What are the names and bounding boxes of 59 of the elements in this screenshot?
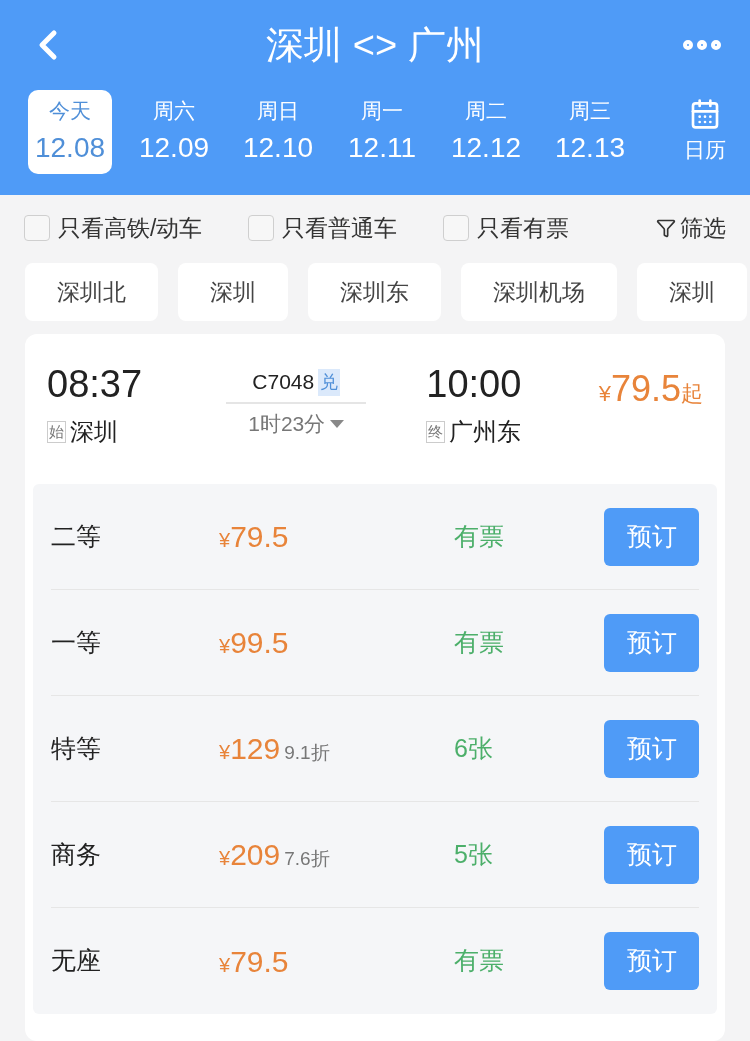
duration-toggle[interactable]: 1时23分	[248, 408, 345, 440]
train-number: C7048	[252, 369, 315, 396]
currency-sign: ¥	[219, 529, 231, 553]
book-button[interactable]: 预订	[604, 613, 699, 672]
seat-class: 一等	[51, 626, 102, 658]
seat-class: 无座	[51, 945, 102, 977]
book-button[interactable]: 预订	[604, 719, 699, 778]
currency-sign: ¥	[219, 635, 231, 659]
availability-text: 有票	[454, 520, 504, 552]
start-tag: 始	[47, 421, 66, 443]
calendar-icon	[689, 98, 721, 131]
calendar-button[interactable]: 日历	[684, 98, 726, 166]
currency-sign: ¥	[598, 381, 611, 408]
arrival-time: 10:00	[426, 362, 523, 406]
availability-text: 5张	[454, 838, 493, 870]
arrival-station: 广州东	[449, 417, 522, 447]
filter-checkbox[interactable]: 只看高铁/动车	[24, 210, 203, 246]
seat-class: 商务	[51, 838, 102, 870]
page-title: 深圳 <> 广州	[266, 22, 484, 68]
station-chip[interactable]: 深圳机场	[461, 263, 617, 321]
exchange-badge: 兑	[318, 368, 341, 396]
station-chip[interactable]: 深圳东	[308, 263, 441, 321]
price-suffix: 起	[681, 380, 703, 408]
station-chip[interactable]: 深圳北	[25, 263, 158, 321]
discount-text: 7.6折	[284, 847, 330, 871]
lowest-price: 79.5	[610, 367, 681, 411]
availability-text: 有票	[454, 945, 504, 977]
date-tab[interactable]: 周日 12.10	[236, 90, 320, 174]
caret-icon	[330, 419, 345, 428]
seat-class: 特等	[51, 732, 102, 764]
date-tab[interactable]: 今天 12.08	[28, 90, 112, 174]
date-tab[interactable]: 周二 12.12	[444, 90, 528, 174]
filter-checkbox[interactable]: 只看有票	[443, 210, 570, 246]
filter-icon	[656, 218, 676, 238]
date-tab[interactable]: 周六 12.09	[132, 90, 216, 174]
availability-text: 有票	[454, 626, 504, 658]
book-button[interactable]: 预订	[604, 507, 699, 566]
end-tag: 终	[426, 421, 446, 443]
book-button[interactable]: 预订	[604, 825, 699, 884]
currency-sign: ¥	[219, 741, 231, 765]
filter-checkbox[interactable]: 只看普通车	[248, 210, 398, 246]
seat-price: 209	[230, 837, 281, 873]
filter-button[interactable]: 筛选	[656, 210, 726, 246]
currency-sign: ¥	[219, 953, 231, 978]
discount-text: 9.1折	[284, 741, 330, 765]
book-button[interactable]: 预订	[604, 932, 699, 990]
currency-sign: ¥	[219, 847, 231, 871]
date-tab[interactable]: 周三 12.13	[548, 90, 632, 174]
seat-price: 99.5	[230, 625, 289, 661]
seat-price: 79.5	[230, 519, 289, 555]
departure-time: 08:37	[47, 362, 144, 406]
seat-price: 129	[230, 731, 281, 767]
availability-text: 6张	[454, 732, 493, 764]
date-tab[interactable]: 周一 12.11	[340, 90, 424, 174]
seat-class: 二等	[51, 520, 102, 552]
seat-price: 79.5	[230, 943, 289, 980]
departure-station: 深圳	[70, 417, 118, 447]
station-chip[interactable]: 深圳	[178, 263, 288, 321]
station-chip[interactable]: 深圳	[637, 263, 747, 321]
